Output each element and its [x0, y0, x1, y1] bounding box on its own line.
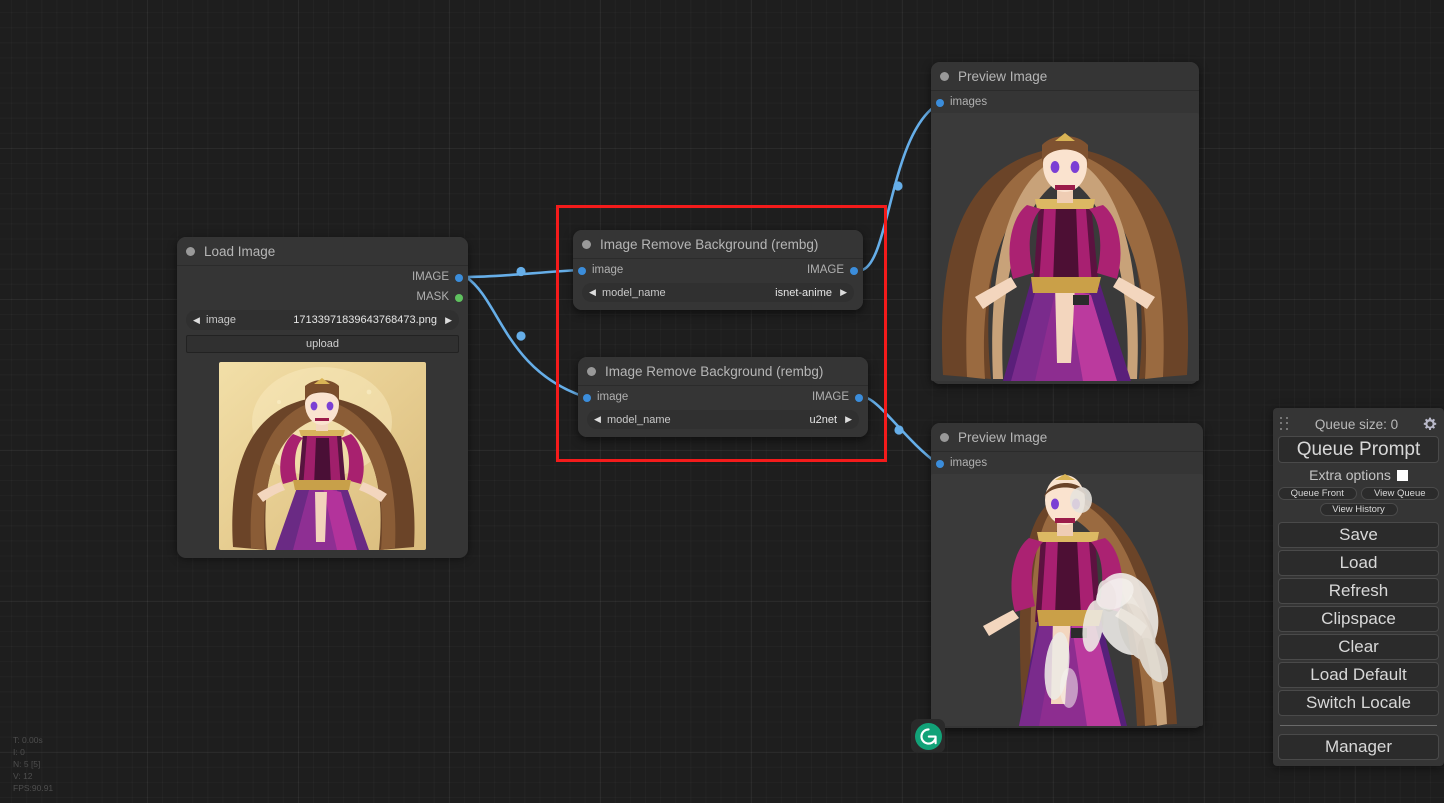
input-port-image[interactable]	[578, 267, 586, 275]
io-slot-row[interactable]: image IMAGE	[573, 259, 863, 281]
node-title: Image Remove Background (rembg)	[600, 236, 819, 252]
queue-front-button[interactable]: Queue Front	[1278, 487, 1357, 500]
queue-prompt-button[interactable]: Queue Prompt	[1278, 436, 1439, 463]
output-port-image[interactable]	[850, 267, 858, 275]
grammarly-badge[interactable]	[911, 719, 945, 753]
widget-model-name-key: model_name	[607, 413, 671, 426]
output-label-mask: MASK	[416, 291, 449, 303]
output-port-image[interactable]	[855, 394, 863, 402]
manager-button[interactable]: Manager	[1278, 734, 1439, 760]
widget-image-combo[interactable]: ◀ image 17133971839643768473.png ▶	[186, 310, 459, 330]
widget-model-name-value: u2net	[809, 413, 837, 426]
clear-button[interactable]: Clear	[1278, 634, 1439, 660]
node-load-image[interactable]: Load Image IMAGE MASK ◀ image 1713397183…	[177, 237, 468, 558]
node-title: Preview Image	[958, 429, 1048, 445]
node-rembg-u2net[interactable]: Image Remove Background (rembg) image IM…	[578, 357, 868, 437]
load-button[interactable]: Load	[1278, 550, 1439, 576]
view-history-button[interactable]: View History	[1319, 503, 1398, 516]
comfyui-graph-canvas[interactable]: Load Image IMAGE MASK ◀ image 1713397183…	[0, 0, 1444, 803]
output-port-image[interactable]	[455, 274, 463, 282]
load-image-preview	[219, 362, 426, 550]
output-label-image: IMAGE	[806, 264, 844, 276]
input-slot-images[interactable]: images	[931, 452, 1203, 474]
queue-size-label: Queue size: 0	[1314, 416, 1399, 432]
view-queue-button[interactable]: View Queue	[1360, 487, 1439, 500]
input-label-images: images	[950, 96, 988, 108]
clipspace-button[interactable]: Clipspace	[1278, 606, 1439, 632]
widget-model-name-value: isnet-anime	[775, 286, 832, 299]
widget-image-value: 17133971839643768473.png	[293, 314, 437, 326]
node-rembg-top-body: image IMAGE ◀ model_name isnet-anime ▶	[573, 259, 863, 310]
preview-image-u2net-result	[931, 474, 1203, 726]
input-port-images[interactable]	[936, 460, 944, 468]
extra-options-checkbox[interactable]	[1396, 469, 1408, 481]
node-preview-bottom-titlebar[interactable]: Preview Image	[931, 423, 1203, 452]
node-rembg-isnet-anime[interactable]: Image Remove Background (rembg) image IM…	[573, 230, 863, 310]
node-preview-top-titlebar[interactable]: Preview Image	[931, 62, 1199, 91]
stat-fps: FPS:90.91	[13, 783, 54, 793]
save-button[interactable]: Save	[1278, 522, 1439, 548]
node-preview-image-bottom[interactable]: Preview Image images	[931, 423, 1203, 728]
history-row[interactable]: View History	[1278, 503, 1439, 516]
widget-model-name-key: model_name	[602, 286, 666, 299]
io-slot-row[interactable]: image IMAGE	[578, 386, 868, 408]
widget-model-name-combo[interactable]: ◀ model_name u2net ▶	[587, 410, 859, 429]
refresh-button[interactable]: Refresh	[1278, 578, 1439, 604]
preview-image-isnet-anime-result	[931, 113, 1199, 381]
output-label-image: IMAGE	[811, 391, 849, 403]
stat-iterations: I: 0	[13, 747, 25, 757]
load-default-button[interactable]: Load Default	[1278, 662, 1439, 688]
input-label-image: image	[592, 264, 624, 276]
output-slot-image[interactable]: IMAGE	[177, 266, 468, 288]
chevron-left-icon[interactable]: ◀	[589, 288, 596, 297]
output-port-mask[interactable]	[455, 294, 463, 302]
chevron-left-icon[interactable]: ◀	[594, 415, 601, 424]
node-title: Preview Image	[958, 68, 1048, 84]
stat-nodes: N: 5 [5]	[13, 759, 41, 769]
widget-image-key: image	[206, 314, 236, 326]
graph-stats-overlay: T: 0.00s I: 0 N: 5 [5] V: 12 FPS:90.91	[13, 734, 53, 794]
menu-header[interactable]: Queue size: 0	[1278, 412, 1439, 436]
chevron-left-icon[interactable]: ◀	[193, 315, 200, 325]
chevron-right-icon[interactable]: ▶	[445, 315, 452, 325]
node-load-image-body: IMAGE MASK ◀ image 17133971839643768473.…	[177, 266, 468, 558]
stat-time: T: 0.00s	[13, 735, 43, 745]
drag-handle-icon[interactable]	[1280, 417, 1290, 431]
input-port-image[interactable]	[583, 394, 591, 402]
node-preview-image-top[interactable]: Preview Image images	[931, 62, 1199, 384]
extra-options-row[interactable]: Extra options	[1278, 465, 1439, 485]
grammarly-icon	[914, 722, 942, 750]
node-rembg-top-titlebar[interactable]: Image Remove Background (rembg)	[573, 230, 863, 259]
node-title: Image Remove Background (rembg)	[605, 363, 824, 379]
input-slot-images[interactable]: images	[931, 91, 1199, 113]
menu-divider	[1280, 725, 1437, 726]
collapse-dot-icon[interactable]	[582, 239, 591, 249]
input-label-images: images	[950, 457, 988, 469]
node-preview-bottom-body: images	[931, 452, 1203, 728]
gear-icon[interactable]	[1423, 417, 1437, 431]
stat-version: V: 12	[13, 771, 33, 781]
node-preview-top-body: images	[931, 91, 1199, 384]
node-rembg-bottom-titlebar[interactable]: Image Remove Background (rembg)	[578, 357, 868, 386]
widget-model-name-combo[interactable]: ◀ model_name isnet-anime ▶	[582, 283, 854, 302]
output-label-image: IMAGE	[411, 271, 449, 283]
chevron-right-icon[interactable]: ▶	[845, 415, 852, 424]
collapse-dot-icon[interactable]	[940, 432, 949, 442]
queue-actions-row[interactable]: Queue Front View Queue	[1278, 487, 1439, 500]
input-label-image: image	[597, 391, 629, 403]
collapse-dot-icon[interactable]	[186, 246, 195, 256]
input-port-images[interactable]	[936, 99, 944, 107]
node-load-image-titlebar[interactable]: Load Image	[177, 237, 468, 266]
collapse-dot-icon[interactable]	[587, 366, 596, 376]
chevron-right-icon[interactable]: ▶	[840, 288, 847, 297]
switch-locale-button[interactable]: Switch Locale	[1278, 690, 1439, 716]
comfyui-menu-panel[interactable]: Queue size: 0 Queue Prompt Extra options…	[1273, 408, 1444, 766]
node-rembg-bottom-body: image IMAGE ◀ model_name u2net ▶	[578, 386, 868, 437]
upload-button[interactable]: upload	[186, 335, 459, 353]
extra-options-label: Extra options	[1309, 467, 1391, 483]
node-title: Load Image	[204, 243, 276, 259]
collapse-dot-icon[interactable]	[940, 71, 949, 81]
output-slot-mask[interactable]: MASK	[177, 288, 468, 308]
